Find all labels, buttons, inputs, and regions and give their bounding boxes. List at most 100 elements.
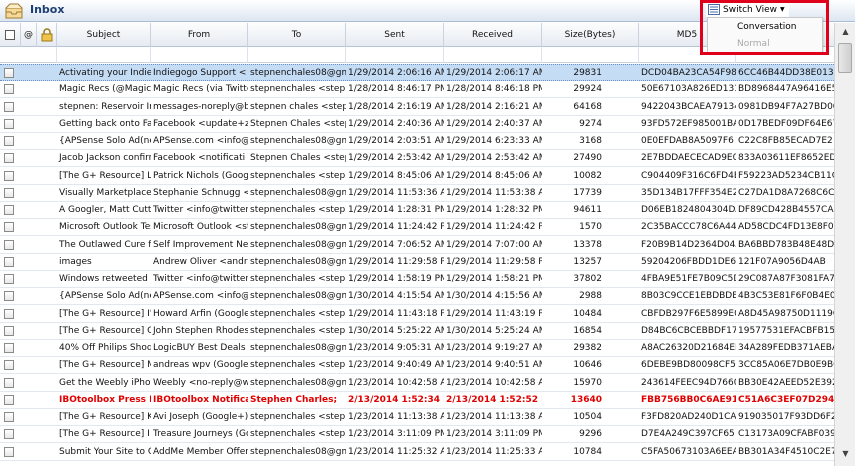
row-checkbox[interactable] [4,136,14,146]
menu-item-conversation[interactable]: Conversation [737,22,797,32]
cell-received: 2/13/2014 1:52:52 PM [446,394,542,405]
cell-subject: Getting back onto Facebook [59,118,151,129]
table-row[interactable]: A Googler, Matt Cutts, Twitter <info@twit… [0,202,834,219]
switch-view-menu: Conversation Normal [707,17,823,53]
cell-sent: 1/28/2014 8:46:17 PM [348,84,444,95]
cell-to: stepnenchales08@gm [250,446,346,457]
cell-md5b: BD8968447A96416E52 [738,84,834,95]
cell-size: 13257 [573,256,602,267]
table-row[interactable]: stepnen: Reservoir Investingmessages-nor… [0,98,834,116]
table-row[interactable]: images Andrew Oliver <andr stepnenchales08… [0,253,834,271]
table-row[interactable]: [The G+ Resource] LuckyPatrick Nichols (… [0,167,834,185]
cell-subject: Windows retweeted a photo [59,274,151,284]
header-received[interactable]: Received [444,23,542,47]
row-checkbox[interactable] [4,118,14,129]
table-row[interactable]: [The G+ Resource] I'veHoward Arfin (Goog… [0,305,834,323]
header-select-all[interactable] [0,23,21,47]
row-checkbox[interactable] [4,153,14,164]
cell-received: 1/23/2014 9:40:51 AM [446,360,542,371]
cell-size: 29924 [573,84,602,95]
table-row[interactable]: 40% Off Philips ShoqboxLogicBUY Best Dea… [0,340,834,357]
cell-md5b: C51A6C3EF07D294 [738,394,834,405]
row-checkbox[interactable] [4,377,14,388]
table-row[interactable]: {APSense Solo Ad(new)}APSense.com <info@… [0,288,834,306]
vertical-scrollbar[interactable]: ▲ ▼ [834,23,855,466]
row-checkbox[interactable] [4,343,14,353]
cell-subject: IBOtoolbox Press Release [59,394,151,405]
row-checkbox[interactable] [4,84,14,95]
row-checkbox[interactable] [4,325,14,336]
row-checkbox[interactable] [4,205,14,215]
row-checkbox[interactable] [4,187,14,198]
filter-received[interactable] [444,47,542,63]
table-row[interactable]: Jacob Jackson confirmed youFacebook <not… [0,150,834,168]
filter-subject[interactable] [57,47,151,63]
filter-sent[interactable] [346,47,444,63]
filter-size[interactable] [542,47,639,63]
row-checkbox[interactable] [4,170,14,181]
cell-size: 9296 [579,429,602,440]
cell-subject: stepnen: Reservoir Investing [59,101,151,112]
row-checkbox[interactable] [4,446,14,457]
scroll-up-icon[interactable]: ▲ [838,27,853,41]
inbox-icon [5,3,23,19]
cell-subject: [The G+ Resource] Lucky [59,170,151,181]
table-row[interactable]: [The G+ Resource] I woTreasure Journeys … [0,426,834,444]
cell-md5: D7E4A249C397CF65 [641,429,735,440]
header-to[interactable]: To [248,23,346,47]
cell-to: stepnenchales <step [250,360,346,371]
row-checkbox[interactable] [4,101,14,112]
row-checkbox[interactable] [4,256,14,267]
cell-received: 1/29/2014 1:58:21 PM [446,274,542,284]
cell-from: Facebook <update+z [153,118,248,129]
cell-md5: 2C35BACCC78C6A44E [641,222,736,233]
row-checkbox[interactable] [4,394,14,405]
table-row[interactable]: Getting back onto FacebookFacebook <upda… [0,115,834,133]
cell-subject: [The G+ Resource] Moz [59,360,151,371]
table-row[interactable]: {APSense Solo Ad(new)}APSense.com <info@… [0,133,834,150]
select-all-checkbox[interactable] [5,30,15,40]
row-checkbox[interactable] [4,429,14,440]
table-row[interactable]: Windows retweeted a photoTwitter <info@t… [0,271,834,288]
row-checkbox[interactable] [4,274,14,284]
cell-received: 1/28/2014 2:16:21 AM [446,101,542,112]
header-sent[interactable]: Sent [346,23,444,47]
cell-md5: D84BC6CBCEBBDF178 [641,325,736,336]
cell-size: 2988 [579,291,602,302]
scroll-down-icon[interactable]: ▼ [838,449,853,463]
table-row[interactable]: Visually Marketplace CommStephanie Schnu… [0,184,834,202]
cell-received: 1/23/2014 9:19:27 AM [446,343,542,353]
table-row[interactable]: [The G+ Resource] KevinAvi Joseph (Googl… [0,409,834,426]
header-attachment[interactable]: @ [21,23,37,47]
cell-sent: 1/29/2014 11:43:18 PM [348,308,444,319]
cell-to: stepnenchales08@gm [250,256,346,267]
scroll-thumb[interactable] [838,43,852,73]
row-checkbox[interactable] [4,68,14,78]
header-lock[interactable] [37,23,57,47]
table-row[interactable]: Magic Recs (@MagicRecs)Magic Recs (via T… [0,81,834,99]
header-size[interactable]: Size(Bytes) [542,23,639,47]
filter-to[interactable] [248,47,346,63]
cell-sent: 1/30/2014 4:15:54 AM [348,291,444,302]
table-row[interactable]: Submit Your Site to OurAddMe Member Offe… [0,443,834,461]
table-row[interactable]: [The G+ Resource] Mozandreas wpv (Google… [0,357,834,375]
header-from[interactable]: From [151,23,248,47]
row-checkbox[interactable] [4,308,14,319]
row-checkbox[interactable] [4,222,14,233]
table-row[interactable]: Microsoft Outlook Test Microsoft Outlook … [0,219,834,237]
table-row[interactable]: Activating your Indiegogo accountIndiego… [0,64,834,81]
row-checkbox[interactable] [4,360,14,371]
table-row[interactable]: [The G+ Resource] CanJohn Stephen Rhodes… [0,322,834,340]
table-row[interactable]: The Outlawed Cure for Self Improvement Ne… [0,236,834,254]
cell-size: 13640 [570,394,602,405]
table-row[interactable]: IBOtoolbox Press ReleaseIBOtoolbox Notif… [0,391,834,409]
row-checkbox[interactable] [4,239,14,250]
header-subject[interactable]: Subject [57,23,151,47]
table-row[interactable]: Get the Weebly iPhoneWeebly <no-reply@ws… [0,374,834,392]
filter-from[interactable] [151,47,248,63]
switch-view-button[interactable]: Switch View ▼ [706,2,789,17]
cell-from: Andrew Oliver <andr [153,256,248,267]
row-checkbox[interactable] [4,291,14,302]
row-checkbox[interactable] [4,412,14,422]
switch-view-icon [708,4,720,15]
